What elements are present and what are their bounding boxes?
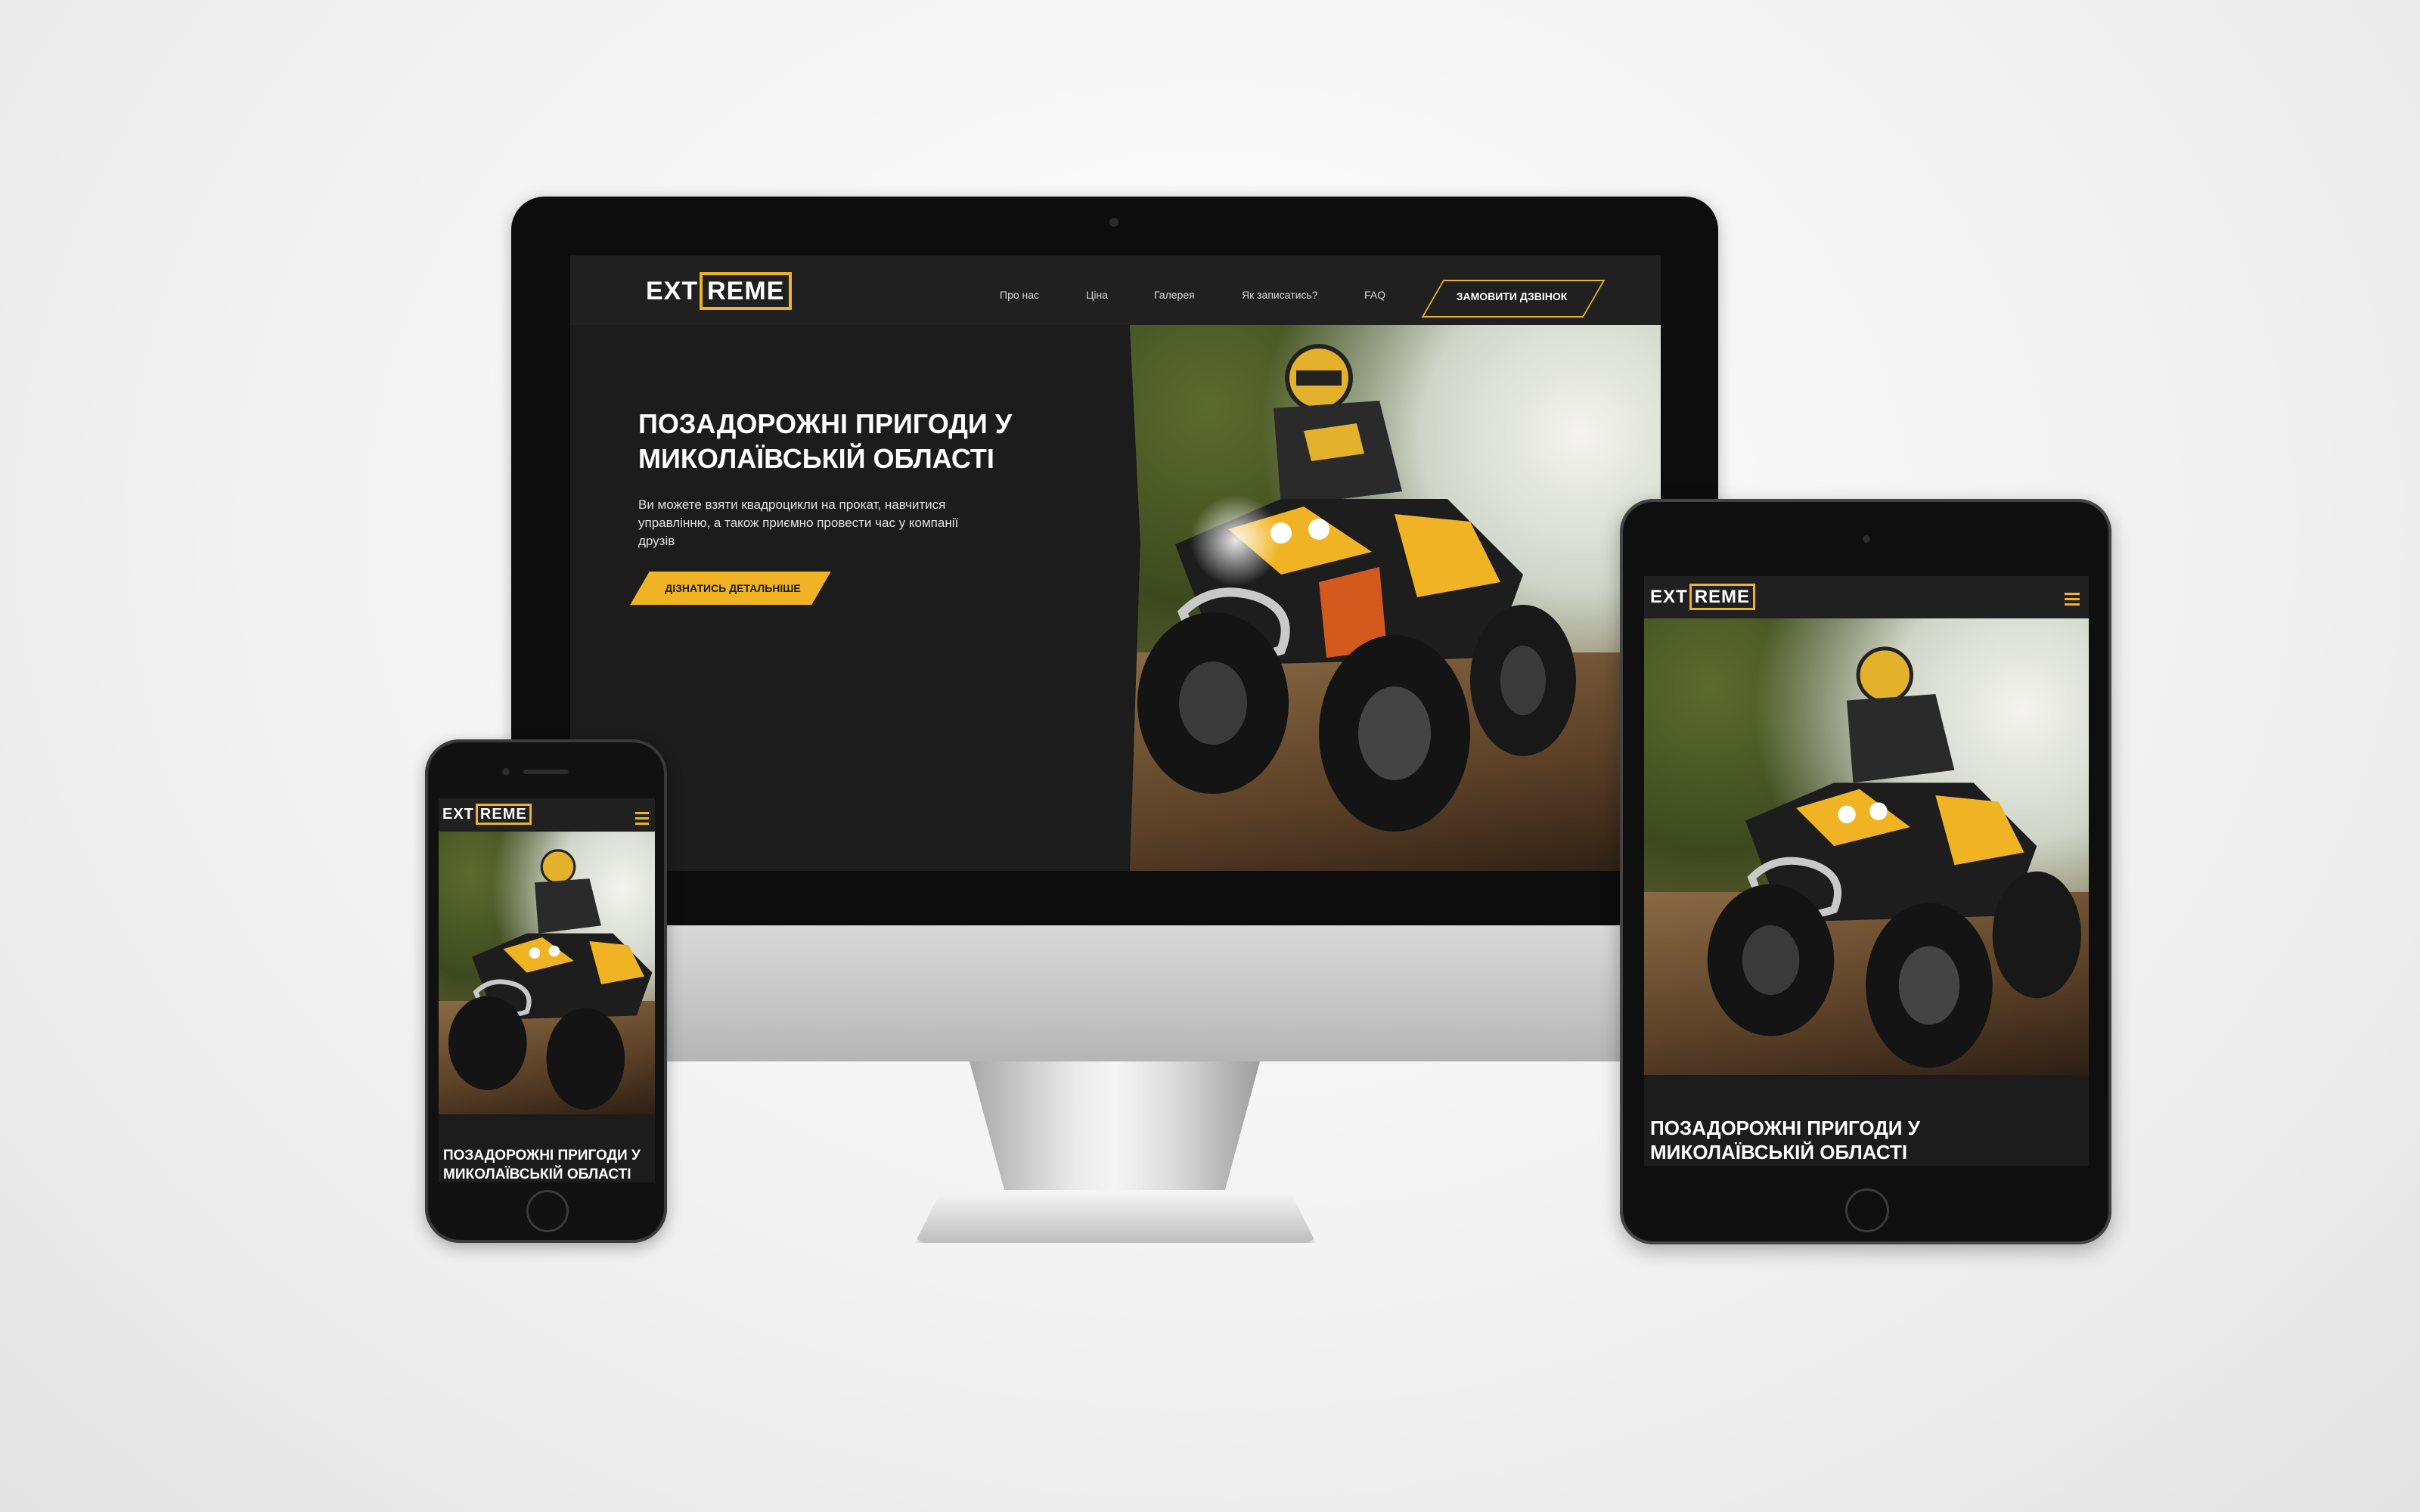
imac-chin xyxy=(511,925,1718,1061)
hero-title: ПОЗАДОРОЖНІ ПРИГОДИ У МИКОЛАЇВСЬКІЙ ОБЛА… xyxy=(638,408,1013,474)
nav-item-price[interactable]: Ціна xyxy=(1086,289,1108,301)
tablet-header: EXT REME xyxy=(1644,576,2089,618)
phone-logo-text: EXT xyxy=(442,806,474,823)
tablet-hero-title: ПОЗАДОРОЖНІ ПРИГОДИ У МИКОЛАЇВСЬКІЙ ОБЛА… xyxy=(1650,1117,1920,1163)
callback-button-label: ЗАМОВИТИ ДЗВІНОК xyxy=(1456,290,1568,302)
tablet-logo[interactable]: EXT REME xyxy=(1650,584,1756,610)
tablet-logo-boxed-text: REME xyxy=(1689,584,1756,610)
tablet-atv-illustration xyxy=(1707,646,2081,1068)
phone-speaker xyxy=(523,770,569,774)
phone-header: EXT REME xyxy=(439,798,655,832)
atv-illustration xyxy=(1137,344,1576,832)
hero-description: Ви можете взяти квадроцикли на прокат, н… xyxy=(638,497,959,548)
hamburger-menu-icon[interactable] xyxy=(2065,593,2080,609)
desktop-screen: EXT REME Про нас Ціна Галерея Як записати… xyxy=(570,256,1661,871)
tablet-hero-image xyxy=(1644,618,2089,1075)
imac-foot xyxy=(915,1194,1316,1243)
phone-atv-illustration xyxy=(448,849,653,1110)
logo-text: EXT xyxy=(646,277,699,305)
learn-more-button-label: ДІЗНАТИСЬ ДЕТАЛЬНІШЕ xyxy=(665,582,801,594)
logo-boxed-text: REME xyxy=(700,272,793,310)
nav-item-faq[interactable]: FAQ xyxy=(1364,289,1385,301)
phone-hero-title: ПОЗАДОРОЖНІ ПРИГОДИ У МИКОЛАЇВСЬКІЙ ОБЛА… xyxy=(443,1148,641,1182)
tablet-home-button xyxy=(1845,1188,1889,1232)
hero-image xyxy=(1130,325,1661,871)
tablet-camera xyxy=(1863,535,1870,543)
nav-item-gallery[interactable]: Галерея xyxy=(1154,289,1195,301)
site-logo[interactable]: EXT REME xyxy=(646,272,793,310)
site-header: EXT REME Про нас Ціна Галерея Як записати… xyxy=(570,256,1661,325)
imac-stand xyxy=(970,1061,1260,1190)
tablet-screen: EXT REME ПОЗАДОРОЖНІ ПРИГОДИ У МИКОЛАЇВСЬ… xyxy=(1644,576,2089,1166)
nav-item-about[interactable]: Про нас xyxy=(1000,289,1039,301)
hamburger-menu-icon[interactable] xyxy=(635,812,649,828)
nav-item-how-to-book[interactable]: Як записатись? xyxy=(1242,289,1318,301)
tablet-logo-text: EXT xyxy=(1650,587,1688,607)
phone-screen: EXT REME ПОЗАДОРОЖНІ ПРИГОДИ У МИКОЛАЇВСЬ… xyxy=(439,798,655,1182)
phone-logo[interactable]: EXT REME xyxy=(442,804,532,825)
phone-home-button xyxy=(526,1190,569,1232)
phone-hero-image xyxy=(439,832,655,1114)
phone-camera xyxy=(502,768,510,776)
phone-logo-boxed-text: REME xyxy=(475,804,532,825)
imac-camera xyxy=(1109,218,1118,227)
